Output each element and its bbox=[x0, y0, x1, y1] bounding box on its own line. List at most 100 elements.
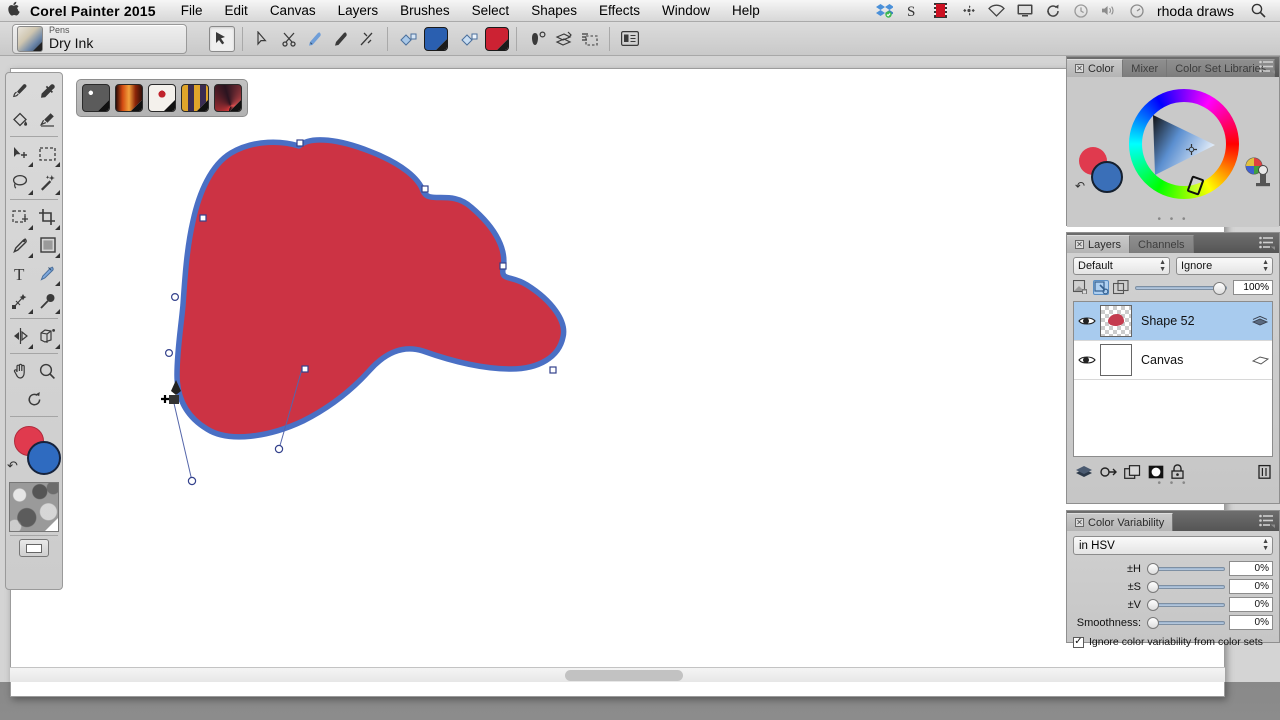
brush-selector[interactable]: Pens Dry Ink bbox=[12, 23, 187, 54]
magnifier-tool[interactable] bbox=[34, 357, 61, 385]
new-layer-icon[interactable] bbox=[1124, 464, 1141, 484]
rotate-page-tool[interactable] bbox=[21, 385, 48, 413]
close-icon[interactable]: ✕ bbox=[1075, 240, 1084, 249]
shape-arrow-button[interactable] bbox=[250, 26, 276, 52]
opacity-value[interactable]: 100% bbox=[1233, 280, 1273, 295]
layer-visibility-icon[interactable] bbox=[1074, 315, 1100, 327]
fill-toggle-icon[interactable] bbox=[456, 26, 482, 52]
remove-point-pen-button[interactable] bbox=[328, 26, 354, 52]
clock-icon[interactable] bbox=[1123, 0, 1151, 22]
blend-mode-select[interactable]: Default ▲ ▼ bbox=[1073, 257, 1170, 275]
value-variability-slider[interactable] bbox=[1147, 598, 1225, 611]
rectangular-selection-tool[interactable] bbox=[34, 140, 61, 168]
slider-knob[interactable] bbox=[1147, 562, 1159, 575]
stroke-controls[interactable] bbox=[395, 26, 448, 52]
scrollbar-thumb[interactable] bbox=[565, 670, 683, 681]
additional-color-swatch[interactable] bbox=[27, 441, 61, 475]
clone-color-icon[interactable] bbox=[1245, 157, 1273, 187]
lock-layer-icon[interactable] bbox=[1093, 280, 1109, 295]
close-icon[interactable]: ✕ bbox=[1075, 518, 1084, 527]
bluetooth-icon[interactable] bbox=[955, 0, 983, 22]
color-panel-resize-dots[interactable]: • • • bbox=[1157, 214, 1188, 225]
tab-color[interactable]: ✕ Color bbox=[1067, 59, 1124, 77]
menu-select[interactable]: Select bbox=[461, 3, 521, 18]
toolbox-color-swatches[interactable]: ↶ bbox=[7, 422, 61, 480]
grabber-hand-tool[interactable] bbox=[7, 357, 34, 385]
shape-edit-tool[interactable] bbox=[7, 287, 34, 315]
brush-tool[interactable] bbox=[7, 77, 34, 105]
dropper-tool[interactable] bbox=[34, 77, 61, 105]
layer-name[interactable]: Canvas bbox=[1132, 353, 1248, 367]
smoothness-value[interactable]: 0% bbox=[1229, 615, 1273, 630]
tab-channels[interactable]: Channels bbox=[1130, 235, 1194, 253]
pressure-button[interactable] bbox=[524, 26, 550, 52]
color-variability-mode-select[interactable]: in HSV ▲ ▼ bbox=[1073, 536, 1273, 555]
screenflow-icon[interactable] bbox=[927, 0, 955, 22]
scissors-button[interactable] bbox=[276, 26, 302, 52]
shape-to-selection-button[interactable] bbox=[576, 26, 602, 52]
stroke-color-swatch[interactable] bbox=[424, 26, 448, 51]
paper-selector[interactable] bbox=[82, 84, 110, 112]
menu-edit[interactable]: Edit bbox=[214, 3, 259, 18]
flatten-shape-button[interactable] bbox=[550, 26, 576, 52]
layers-panel-resize-dots[interactable]: • • • bbox=[1157, 478, 1188, 489]
tab-color-variability[interactable]: ✕ Color Variability bbox=[1067, 513, 1174, 531]
slider-knob[interactable] bbox=[1147, 580, 1159, 593]
volume-icon[interactable] bbox=[1095, 0, 1123, 22]
layer-name[interactable]: Shape 52 bbox=[1132, 314, 1248, 328]
menu-brushes[interactable]: Brushes bbox=[389, 3, 461, 18]
ignore-variability-checkbox[interactable]: ✓ bbox=[1073, 636, 1084, 648]
color-picker-crosshair[interactable] bbox=[1186, 142, 1197, 155]
wifi-icon[interactable] bbox=[983, 0, 1011, 22]
smoothness-slider[interactable] bbox=[1147, 616, 1225, 629]
value-variability-value[interactable]: 0% bbox=[1229, 597, 1273, 612]
pattern-selector[interactable] bbox=[148, 84, 176, 112]
menu-help[interactable]: Help bbox=[721, 3, 771, 18]
menu-effects[interactable]: Effects bbox=[588, 3, 651, 18]
saturation-variability-slider[interactable] bbox=[1147, 580, 1225, 593]
hue-variability-value[interactable]: 0% bbox=[1229, 561, 1273, 576]
menu-layers[interactable]: Layers bbox=[327, 3, 390, 18]
paint-bucket-tool[interactable] bbox=[7, 105, 34, 133]
table-row[interactable]: Shape 52 bbox=[1074, 302, 1272, 341]
spotlight-search-icon[interactable] bbox=[1244, 0, 1272, 22]
color-panel-swatches[interactable]: ↶ bbox=[1075, 147, 1131, 203]
apple-logo-icon[interactable] bbox=[0, 1, 28, 21]
menu-canvas[interactable]: Canvas bbox=[259, 3, 327, 18]
opacity-slider[interactable] bbox=[1135, 281, 1227, 295]
panel-additional-color-swatch[interactable] bbox=[1091, 161, 1123, 193]
tab-mixer[interactable]: Mixer bbox=[1123, 59, 1168, 77]
gradient-selector[interactable] bbox=[115, 84, 143, 112]
fill-controls[interactable] bbox=[456, 26, 509, 52]
delete-layer-icon[interactable] bbox=[1258, 464, 1271, 484]
add-point-pen-button[interactable] bbox=[302, 26, 328, 52]
tab-layers[interactable]: ✕ Layers bbox=[1067, 235, 1131, 253]
perspective-guides-tool[interactable] bbox=[34, 322, 61, 350]
layer-adjuster-tool[interactable] bbox=[7, 140, 34, 168]
layer-thumbnail[interactable] bbox=[1100, 305, 1132, 337]
layer-thumbnail[interactable] bbox=[1100, 344, 1132, 376]
color-wheel[interactable] bbox=[1129, 89, 1239, 199]
color-panel-menu-icon[interactable] bbox=[1259, 60, 1275, 74]
saturation-value-triangle[interactable] bbox=[1149, 109, 1219, 179]
vector-shape-canvas[interactable] bbox=[11, 69, 1225, 684]
opacity-slider-knob[interactable] bbox=[1213, 281, 1226, 295]
scrivener-icon[interactable]: S bbox=[899, 0, 927, 22]
preserve-transparency-icon[interactable] bbox=[1072, 279, 1089, 295]
weave-selector[interactable] bbox=[181, 84, 209, 112]
stroke-toggle-icon[interactable] bbox=[395, 26, 421, 52]
screen-mode-toggle[interactable] bbox=[19, 539, 49, 557]
mirror-painting-tool[interactable] bbox=[7, 322, 34, 350]
nozzle-selector[interactable] bbox=[214, 84, 242, 112]
table-row[interactable]: Canvas bbox=[1074, 341, 1272, 380]
layers-panel-menu-icon[interactable] bbox=[1259, 236, 1275, 250]
menu-file[interactable]: File bbox=[170, 3, 214, 18]
slider-knob[interactable] bbox=[1147, 598, 1159, 611]
ignore-variability-checkbox-row[interactable]: ✓ Ignore color variability from color se… bbox=[1067, 633, 1279, 654]
sync-icon[interactable] bbox=[1039, 0, 1067, 22]
rectangular-shape-tool[interactable] bbox=[34, 231, 61, 259]
paper-texture-swatch[interactable] bbox=[9, 482, 59, 532]
layer-visibility-icon[interactable] bbox=[1074, 354, 1100, 366]
swap-colors-icon[interactable]: ↶ bbox=[7, 458, 18, 474]
pickup-mode-select[interactable]: Ignore ▲ ▼ bbox=[1176, 257, 1273, 275]
